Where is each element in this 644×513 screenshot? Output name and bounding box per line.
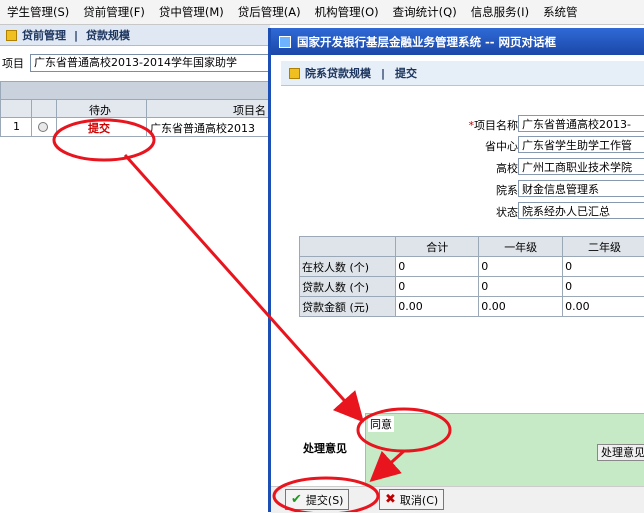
province-center-input[interactable]: 广东省学生助学工作管 xyxy=(518,136,644,153)
cancel-button-label: 取消(C) xyxy=(400,492,438,508)
cancel-button[interactable]: ✖ 取消(C) xyxy=(379,489,444,510)
bg-breadcrumb: 贷前管理 | 贷款规模 xyxy=(6,27,130,43)
row-radio-button[interactable] xyxy=(38,122,48,132)
stats-col-total: 合计 xyxy=(396,237,479,257)
folder-icon xyxy=(6,30,17,41)
status-input[interactable]: 院系经办人已汇总 xyxy=(518,202,644,219)
menu-query[interactable]: 查询统计(Q) xyxy=(386,4,464,20)
field-project-name: *项目名称 广东省普通高校2013- xyxy=(271,114,644,134)
stats-col-grade2: 二年级 xyxy=(563,237,644,257)
dialog-title-left: 院系贷款规模 xyxy=(305,65,371,81)
dialog-button-bar: ✔ 提交(S) ✖ 取消(C) xyxy=(271,486,644,513)
dialog-title-separator: | xyxy=(381,67,385,80)
menu-preloan[interactable]: 贷前管理(F) xyxy=(76,4,152,20)
submit-button[interactable]: ✔ 提交(S) xyxy=(285,489,349,510)
field-label: 状态 xyxy=(398,204,518,220)
stats-cell: 0 xyxy=(396,277,479,297)
field-label: 省中心 xyxy=(398,138,518,154)
stats-row-label: 贷款人数 (个) xyxy=(300,277,396,297)
field-province-center: 省中心 广东省学生助学工作管 xyxy=(271,135,644,155)
close-icon: ✖ xyxy=(385,492,396,507)
table-row: 在校人数 (个) 0 0 0 xyxy=(300,257,644,277)
col-project-header: 项目名 xyxy=(233,102,266,118)
department-input[interactable]: 财金信息管理系 xyxy=(518,180,644,197)
bg-title-separator: | xyxy=(74,29,78,42)
stats-cell: 0.00 xyxy=(479,297,563,317)
stats-header-row: 合计 一年级 二年级 xyxy=(300,237,644,257)
menu-system[interactable]: 系统管 xyxy=(536,4,585,20)
stats-table: 合计 一年级 二年级 在校人数 (个) 0 0 0 贷款人数 (个) 0 0 0… xyxy=(299,236,644,317)
field-status: 状态 院系经办人已汇总 xyxy=(271,201,644,221)
project-filter-label: 项目 xyxy=(2,55,24,71)
menu-postloan[interactable]: 贷后管理(A) xyxy=(231,4,308,20)
table-row: 贷款金额 (元) 0.00 0.00 0.00 xyxy=(300,297,644,317)
stats-col-grade1: 一年级 xyxy=(479,237,563,257)
row-project-name: 广东省普通高校2013 xyxy=(150,120,255,136)
menu-student[interactable]: 学生管理(S) xyxy=(0,4,76,20)
dialog-title-bar[interactable]: 国家开发银行基层金融业务管理系统 -- 网页对话框 xyxy=(271,28,644,55)
dialog-breadcrumb: 院系贷款规模 | 提交 xyxy=(289,65,417,81)
bg-table: 待办 项目名 1 提交 广东省普通高校2013 xyxy=(0,81,270,137)
submit-button-label: 提交(S) xyxy=(306,492,344,508)
col-todo-header: 待办 xyxy=(89,102,111,118)
college-input[interactable]: 广州工商职业技术学院 xyxy=(518,158,644,175)
table-header-top xyxy=(0,81,270,100)
bg-filter: 项目 广东省普通高校2013-2014学年国家助学 xyxy=(0,53,270,73)
opinion-preset-button[interactable]: 处理意见 xyxy=(597,444,644,461)
stats-cell: 0 xyxy=(563,257,644,277)
opinion-label: 处理意见 xyxy=(303,440,347,456)
table-header: 待办 项目名 xyxy=(0,100,270,118)
table-row[interactable]: 1 提交 广东省普通高校2013 xyxy=(0,118,270,137)
field-college: 高校 广州工商职业技术学院 xyxy=(271,157,644,177)
table-row: 贷款人数 (个) 0 0 0 xyxy=(300,277,644,297)
row-index: 1 xyxy=(13,120,20,133)
dialog-title: 国家开发银行基层金融业务管理系统 -- 网页对话框 xyxy=(297,34,556,50)
menu-info[interactable]: 信息服务(I) xyxy=(464,4,536,20)
stats-row-label: 在校人数 (个) xyxy=(300,257,396,277)
stats-cell: 0 xyxy=(479,277,563,297)
folder-icon xyxy=(289,68,300,79)
field-department: 院系 财金信息管理系 xyxy=(271,179,644,199)
dialog-window: 国家开发银行基层金融业务管理系统 -- 网页对话框 院系贷款规模 | 提交 *项… xyxy=(268,28,644,512)
check-icon: ✔ xyxy=(291,492,302,507)
bg-toolbar: 贷前管理 | 贷款规模 xyxy=(0,25,270,46)
menu-inloan[interactable]: 贷中管理(M) xyxy=(152,4,231,20)
stats-cell: 0 xyxy=(563,277,644,297)
dialog-header: 院系贷款规模 | 提交 xyxy=(281,61,644,86)
stats-cell: 0.00 xyxy=(396,297,479,317)
bg-title-left: 贷前管理 xyxy=(22,27,66,43)
menu-org[interactable]: 机构管理(O) xyxy=(308,4,386,20)
stats-header-blank xyxy=(300,237,396,257)
submit-link[interactable]: 提交 xyxy=(88,120,110,136)
field-label: 院系 xyxy=(398,182,518,198)
bg-title-right: 贷款规模 xyxy=(86,27,130,43)
stats-row-label: 贷款金额 (元) xyxy=(300,297,396,317)
opinion-text: 同意 xyxy=(368,416,394,432)
dialog-title-right: 提交 xyxy=(395,65,417,81)
stats-cell: 0 xyxy=(479,257,563,277)
app-icon xyxy=(279,36,291,48)
menu-bar: 学生管理(S) 贷前管理(F) 贷中管理(M) 贷后管理(A) 机构管理(O) … xyxy=(0,0,644,25)
project-name-input[interactable]: 广东省普通高校2013- xyxy=(518,115,644,132)
field-label: 高校 xyxy=(398,160,518,176)
stats-cell: 0.00 xyxy=(563,297,644,317)
field-label: *项目名称 xyxy=(398,117,518,133)
stats-cell: 0 xyxy=(396,257,479,277)
project-filter-select[interactable]: 广东省普通高校2013-2014学年国家助学 xyxy=(30,54,270,72)
